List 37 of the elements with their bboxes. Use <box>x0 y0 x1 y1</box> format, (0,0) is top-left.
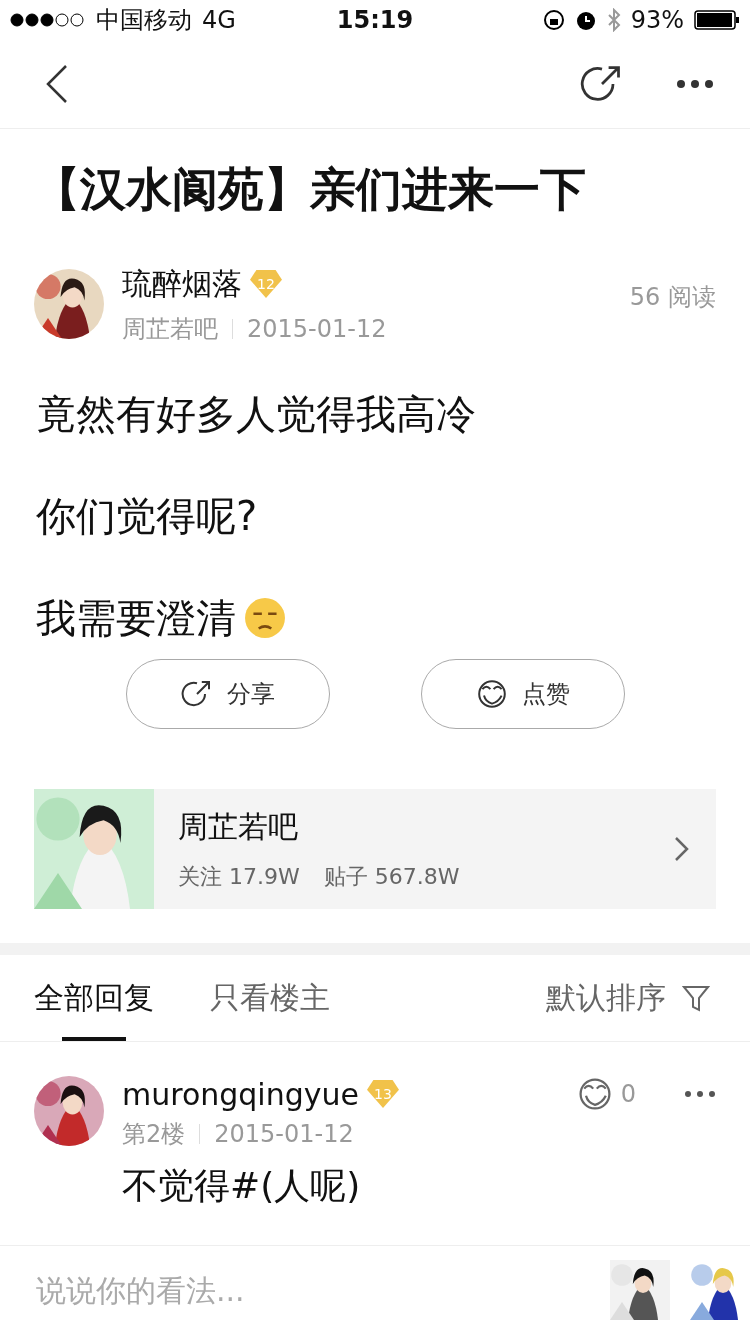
carrier-name: 中国移动 <box>96 5 192 36</box>
like-button[interactable]: 点赞 <box>420 659 625 729</box>
floor-number: 第2楼 <box>122 1119 186 1150</box>
more-icon[interactable] <box>676 79 714 89</box>
reply-text: 不觉得#(人呢) <box>122 1164 362 1208</box>
author-name[interactable]: 琉醉烟落 <box>122 263 242 305</box>
bluetooth-icon <box>606 8 621 32</box>
like-count: 0 <box>620 1080 636 1108</box>
follower-count: 关注 17.9W <box>178 862 300 891</box>
more-icon[interactable] <box>684 1089 716 1099</box>
reply-tab[interactable]: 只看楼主 <box>210 955 330 1041</box>
post-text: 竟然有好多人觉得我高冷 <box>36 389 476 439</box>
post-date: 2015-01-12 <box>247 314 387 343</box>
sort-button[interactable]: 默认排序 <box>540 976 716 1020</box>
post-count: 贴子 567.8W <box>323 862 460 891</box>
filter-icon <box>682 984 710 1012</box>
level-badge: 13 <box>367 1080 399 1108</box>
post-title: 【汉水阆苑】亲们进来一下 <box>33 161 587 218</box>
reply-author[interactable]: murongqingyue <box>122 1076 359 1112</box>
unamused-emoji-icon <box>244 597 286 639</box>
read-count: 56 阅读 <box>629 282 716 313</box>
alarm-icon <box>574 9 597 31</box>
share-button[interactable]: 分享 <box>125 659 330 729</box>
clock-time: 15:19 <box>336 6 414 34</box>
post-text: 我需要澄清 <box>36 593 236 643</box>
battery-percent: 93% <box>630 6 684 34</box>
post-text: 你们觉得呢? <box>36 491 258 541</box>
lock-rotation-icon <box>542 9 565 31</box>
signal-icon <box>10 13 86 27</box>
reply-tab[interactable]: 全部回复 <box>34 955 154 1041</box>
network-type: 4G <box>202 6 236 34</box>
battery-icon <box>694 10 740 30</box>
reply-date: 2015-01-12 <box>214 1120 354 1148</box>
comment-input[interactable]: 说说你的看法... <box>34 1271 590 1309</box>
level-badge: 12 <box>250 270 282 298</box>
forum-title: 周芷若吧 <box>178 807 299 846</box>
forum-card[interactable]: 周芷若吧 关注 17.9W 贴子 567.8W <box>34 789 716 909</box>
